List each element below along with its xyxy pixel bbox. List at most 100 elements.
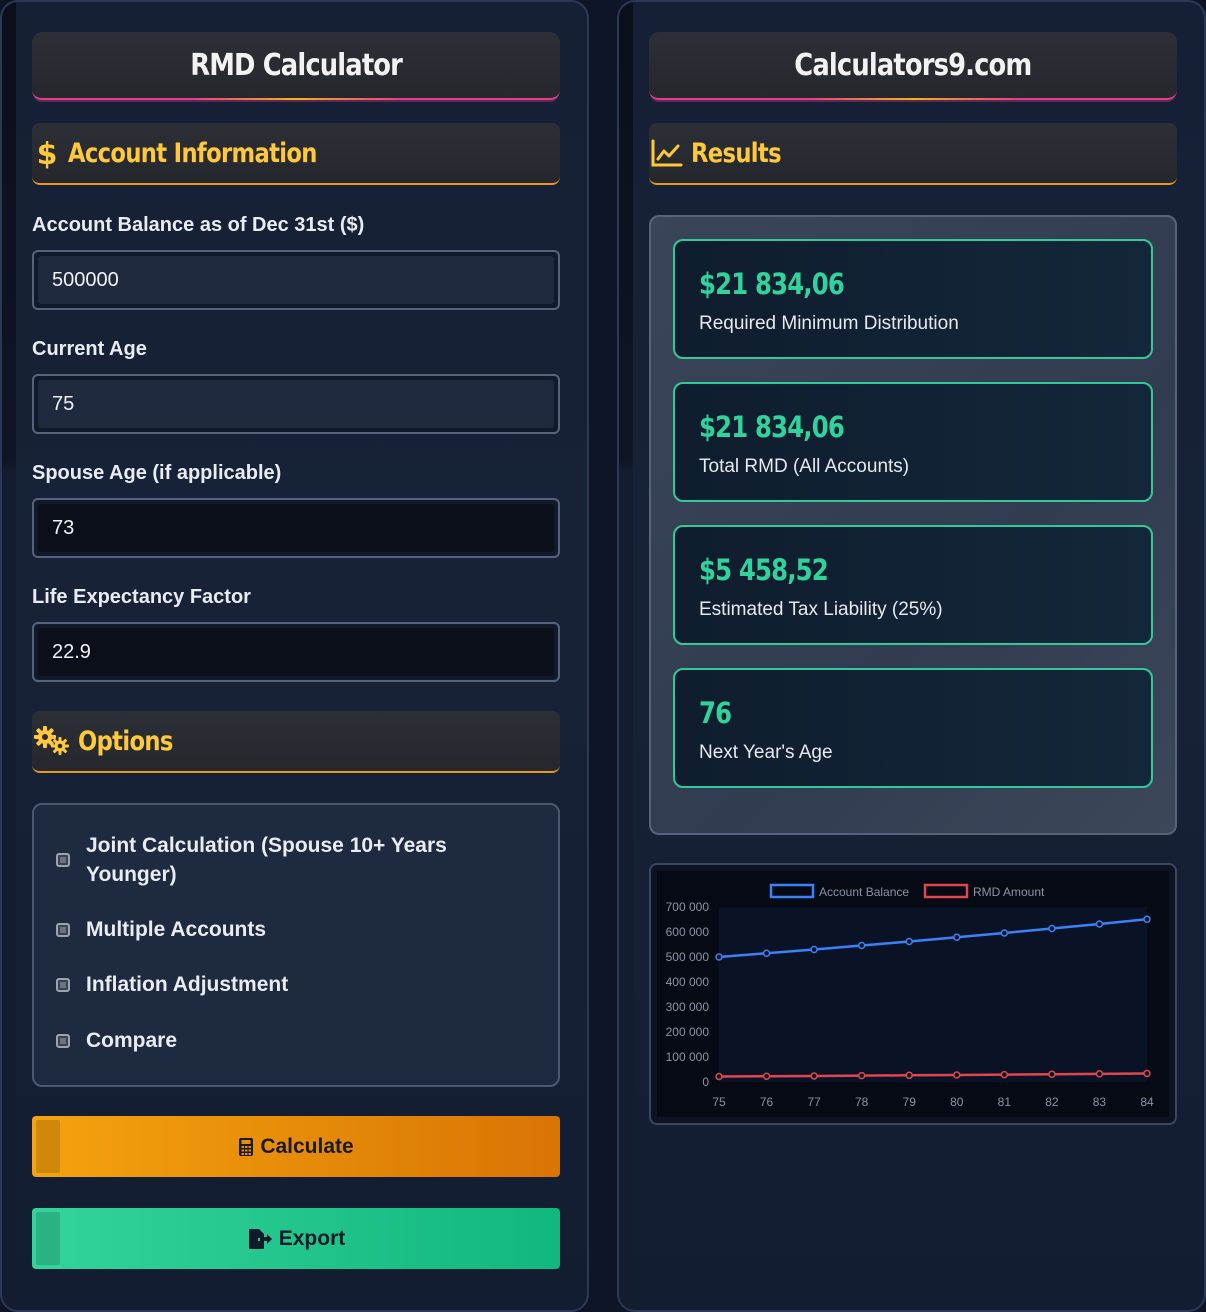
balance-input[interactable]	[38, 256, 554, 304]
options-section-header: Options	[32, 711, 560, 773]
result-card-tax: $5 458,52 Estimated Tax Liability (25%)	[673, 525, 1153, 645]
data-point	[810, 1072, 818, 1080]
result-card-next-age: 76 Next Year's Age	[673, 668, 1153, 788]
data-point	[762, 1072, 771, 1080]
data-point	[905, 1071, 913, 1080]
dollar-icon: $	[32, 137, 62, 169]
page-title: RMD Calculator	[190, 47, 403, 83]
result-value: 76	[699, 696, 732, 730]
option-inflation-adjustment[interactable]: Inflation Adjustment	[56, 970, 288, 999]
age-label: Current Age	[32, 338, 147, 360]
results-list: $21 834,06 Required Minimum Distribution…	[649, 215, 1177, 835]
option-joint-calculation[interactable]: Joint Calculation (Spouse 10+ Years Youn…	[56, 831, 496, 889]
option-label: Joint Calculation (Spouse 10+ Years Youn…	[86, 834, 447, 886]
calculator-panel: RMD Calculator $ Account Information Acc…	[0, 0, 589, 1312]
data-point	[857, 1071, 866, 1080]
x-tick-label: 79	[903, 1095, 917, 1109]
results-section-label: Results	[691, 137, 782, 169]
data-point	[715, 953, 723, 961]
age-field-wrap	[32, 374, 560, 434]
file-export-icon	[247, 1228, 273, 1250]
checkbox[interactable]	[56, 977, 70, 992]
age-input[interactable]	[38, 380, 554, 428]
result-label: Next Year's Age	[699, 742, 833, 763]
account-section-label: Account Information	[68, 137, 317, 169]
option-multiple-accounts[interactable]: Multiple Accounts	[56, 915, 266, 944]
y-tick-label: 400 000	[666, 975, 710, 989]
data-point	[1048, 924, 1056, 933]
export-button-label: Export	[278, 1226, 346, 1250]
option-compare[interactable]: Compare	[56, 1026, 177, 1055]
calculate-button[interactable]: Calculate	[32, 1116, 560, 1177]
data-point	[1095, 920, 1104, 928]
checkbox[interactable]	[56, 1033, 70, 1048]
x-tick-label: 82	[1045, 1095, 1059, 1109]
checkbox[interactable]	[56, 922, 70, 937]
x-tick-label: 83	[1093, 1095, 1107, 1109]
site-title: Calculators9.com	[794, 47, 1032, 83]
y-tick-label: 100 000	[666, 1050, 710, 1064]
data-point	[715, 1072, 723, 1081]
data-point	[1143, 1069, 1151, 1078]
legend-label: RMD Amount	[973, 885, 1045, 899]
export-button[interactable]: Export	[32, 1208, 560, 1269]
y-tick-label: 300 000	[666, 1000, 710, 1014]
data-point	[1000, 1070, 1009, 1079]
result-value: $5 458,52	[699, 553, 829, 587]
x-tick-label: 80	[950, 1095, 964, 1109]
site-title-bar: Calculators9.com	[649, 32, 1177, 100]
calculator-title-bar: RMD Calculator	[32, 32, 560, 100]
svg-text:$: $	[37, 137, 58, 169]
checkbox[interactable]	[56, 853, 70, 867]
spouse-age-input[interactable]	[38, 504, 554, 552]
x-tick-label: 81	[998, 1095, 1012, 1109]
data-point	[1048, 1070, 1056, 1078]
balance-field-wrap	[32, 250, 560, 310]
chart-plot-area	[719, 907, 1147, 1082]
x-tick-label: 78	[855, 1095, 869, 1109]
factor-field-wrap	[32, 622, 560, 682]
option-label: Inflation Adjustment	[86, 973, 289, 996]
rmd-chart: 700 000 600 000 500 000 400 000 300 000 200 0…	[649, 863, 1177, 1125]
x-tick-label: 76	[760, 1095, 774, 1109]
result-card-rmd: $21 834,06 Required Minimum Distribution	[673, 239, 1153, 359]
legend-label: Account Balance	[819, 885, 909, 899]
results-section-header: Results	[649, 123, 1177, 185]
data-point	[953, 933, 961, 941]
data-point	[857, 941, 866, 950]
result-value: $21 834,06	[699, 410, 845, 444]
options-list: Joint Calculation (Spouse 10+ Years Youn…	[32, 803, 560, 1087]
option-label: Compare	[86, 1029, 178, 1052]
options-section-label: Options	[78, 725, 173, 757]
spouse-age-field-wrap	[32, 498, 560, 558]
calculate-button-label: Calculate	[260, 1134, 354, 1158]
data-point	[1143, 915, 1151, 923]
spouse-age-label: Spouse Age (if applicable)	[32, 462, 282, 484]
option-label: Multiple Accounts	[86, 918, 267, 941]
balance-label: Account Balance as of Dec 31st ($)	[32, 214, 365, 236]
data-point	[762, 949, 771, 957]
data-point	[1000, 929, 1009, 937]
x-tick-label: 77	[807, 1095, 821, 1109]
factor-input[interactable]	[38, 628, 554, 676]
y-tick-label: 700 000	[666, 900, 710, 914]
x-tick-label: 75	[712, 1095, 726, 1109]
chart-line-icon	[649, 138, 685, 168]
data-point	[953, 1071, 961, 1079]
y-tick-label: 0	[702, 1075, 709, 1089]
factor-label: Life Expectancy Factor	[32, 586, 251, 608]
result-label: Total RMD (All Accounts)	[699, 456, 910, 477]
results-panel: Calculators9.com Results $21 834,06 Requ…	[617, 0, 1206, 1312]
data-point	[905, 937, 913, 946]
calculator-icon	[238, 1137, 254, 1157]
result-label: Estimated Tax Liability (25%)	[699, 599, 943, 620]
y-tick-label: 500 000	[666, 950, 710, 964]
y-tick-label: 200 000	[666, 1025, 710, 1039]
x-tick-label: 84	[1140, 1095, 1154, 1109]
gears-icon	[32, 726, 72, 756]
result-card-total-rmd: $21 834,06 Total RMD (All Accounts)	[673, 382, 1153, 502]
data-point	[810, 945, 818, 954]
result-value: $21 834,06	[699, 267, 845, 301]
chart-svg: 700 000 600 000 500 000 400 000 300 000 200 0…	[657, 871, 1169, 1117]
y-tick-label: 600 000	[666, 925, 710, 939]
